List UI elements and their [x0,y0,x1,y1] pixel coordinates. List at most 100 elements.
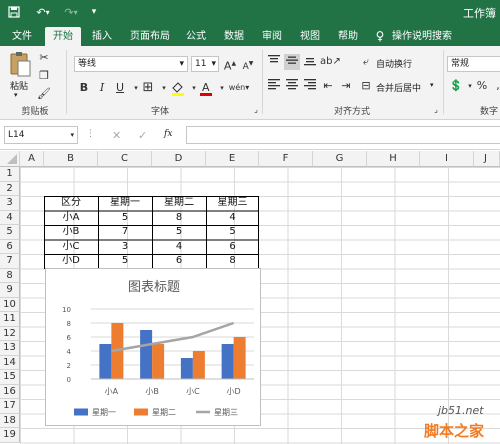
increase-font-icon[interactable]: A▲ [222,56,238,73]
align-center-icon[interactable] [284,78,300,94]
formula-input[interactable] [186,126,500,144]
table-cell[interactable]: 小C [44,240,98,255]
wrap-text-icon[interactable]: ⤶ [358,54,374,70]
underline-button[interactable]: U [112,80,128,96]
row-header[interactable]: 4 [0,210,20,225]
row-header[interactable]: 2 [0,181,20,196]
column-header-j[interactable]: J [474,151,500,167]
decrease-font-icon[interactable]: A▼ [240,56,256,72]
row-header[interactable]: 9 [0,283,20,298]
table-cell[interactable]: 4 [206,211,259,226]
name-box[interactable]: L14 ▾ [4,126,78,144]
row-header[interactable]: 7 [0,254,20,269]
row-header[interactable]: 11 [0,312,20,327]
chart[interactable]: 图表标题 0 2 4 6 8 10 小A 小B 小C 小D 星期一 星期二 星期三 [45,268,261,426]
tab-page-layout[interactable]: 页面布局 [124,27,176,46]
row-header[interactable]: 1 [0,167,20,182]
copy-icon[interactable]: ❐ [36,68,52,84]
align-bottom-icon[interactable] [302,54,318,70]
tab-review[interactable]: 审阅 [256,27,288,46]
table-cell[interactable]: 6 [152,254,206,269]
table-cell[interactable]: 8 [152,211,206,226]
save-icon[interactable] [6,4,22,20]
align-right-icon[interactable] [302,78,318,94]
borders-icon[interactable]: ⊞ [140,80,156,96]
tab-home[interactable]: 开始 [45,27,81,46]
font-size-select[interactable]: 11 ▾ [191,56,219,72]
table-cell[interactable]: 小D [44,254,98,269]
table-header-cell[interactable]: 星期三 [206,196,259,211]
column-header-h[interactable]: H [367,151,420,167]
insert-function-button[interactable]: fx [164,129,172,139]
table-header-cell[interactable]: 区分 [44,196,98,211]
table-cell[interactable]: 小A [44,211,98,226]
align-top-icon[interactable] [266,54,282,70]
tab-data[interactable]: 数据 [218,27,250,46]
paste-icon[interactable] [8,50,32,78]
column-header-e[interactable]: E [206,151,259,167]
row-header[interactable]: 3 [0,196,20,211]
table-cell[interactable]: 6 [206,240,259,255]
dialog-launcher-icon[interactable]: ⌟ [428,102,444,118]
table-cell[interactable]: 5 [206,225,259,240]
phonetic-icon[interactable]: wén▾ [228,80,250,96]
font-color-icon[interactable]: A [198,80,214,96]
align-middle-icon[interactable] [284,54,300,70]
table-cell[interactable]: 5 [98,254,152,269]
row-header[interactable]: 13 [0,341,20,356]
percent-button[interactable]: % [474,78,490,94]
enter-icon[interactable]: ✓ [138,129,147,142]
column-header-f[interactable]: F [259,151,313,167]
table-cell[interactable]: 5 [152,225,206,240]
wrap-text-button[interactable]: 自动换行 [376,57,412,70]
table-cell[interactable]: 5 [98,211,152,226]
tab-formulas[interactable]: 公式 [180,27,212,46]
chevron-down-icon[interactable]: ▾ [430,81,434,89]
fill-color-icon[interactable] [170,80,186,96]
column-header-g[interactable]: G [313,151,367,167]
tab-view[interactable]: 视图 [294,27,326,46]
row-header[interactable]: 19 [0,428,20,443]
row-header[interactable]: 16 [0,384,20,399]
column-header-c[interactable]: C [98,151,152,167]
orientation-icon[interactable]: ab↗ [320,54,341,70]
comma-style-icon[interactable]: , [490,78,500,94]
cut-icon[interactable]: ✂ [36,50,52,66]
row-header[interactable]: 14 [0,355,20,370]
table-header-cell[interactable]: 星期一 [98,196,152,211]
merge-center-icon[interactable]: ⊟ [358,78,374,94]
row-header[interactable]: 6 [0,239,20,254]
column-header-a[interactable]: A [20,151,44,167]
chart-title[interactable]: 图表标题 [128,280,180,295]
table-cell[interactable]: 4 [152,240,206,255]
customize-quick-access-icon[interactable]: ▾ [88,4,100,20]
increase-indent-icon[interactable]: ⇥ [338,78,354,94]
paste-button[interactable]: 粘贴 [10,79,28,92]
paste-dropdown-icon[interactable]: ▾ [14,91,18,99]
row-header[interactable]: 17 [0,399,20,414]
merge-center-button[interactable]: 合并后居中 [376,81,421,94]
bold-button[interactable]: B [76,80,92,96]
row-header[interactable]: 10 [0,297,20,312]
column-header-b[interactable]: B [44,151,98,167]
column-header-d[interactable]: D [152,151,206,167]
row-header[interactable]: 8 [0,268,20,283]
tab-insert[interactable]: 插入 [86,27,118,46]
font-name-select[interactable]: 等线 ▾ [74,56,188,72]
table-cell[interactable]: 8 [206,254,259,269]
row-header[interactable]: 15 [0,370,20,385]
align-left-icon[interactable] [266,78,282,94]
column-header-i[interactable]: I [420,151,474,167]
table-header-cell[interactable]: 星期二 [152,196,206,211]
decrease-indent-icon[interactable]: ⇤ [320,78,336,94]
italic-button[interactable]: I [94,80,110,96]
tab-file[interactable]: 文件 [6,27,38,46]
redo-icon[interactable]: ↷ ▾ [60,4,82,20]
cancel-icon[interactable]: ✕ [112,129,121,142]
row-header[interactable]: 12 [0,326,20,341]
select-all-corner[interactable] [0,151,20,167]
tab-help[interactable]: 帮助 [332,27,364,46]
row-header[interactable]: 18 [0,413,20,428]
format-painter-icon[interactable]: 🖌 [36,86,52,102]
tell-me-search[interactable]: 操作说明搜索 [392,27,480,46]
